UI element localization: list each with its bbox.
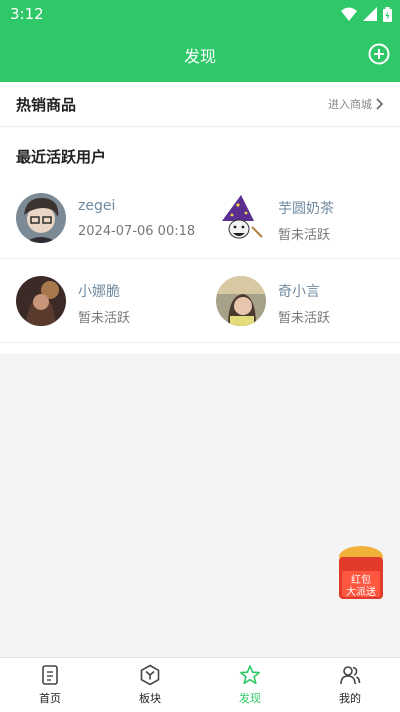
- avatar: [16, 193, 66, 243]
- star-icon: [240, 665, 260, 685]
- user-active-time: 暂未活跃: [78, 311, 131, 326]
- status-icons: [341, 6, 392, 22]
- user-active-time: 2024-07-06 00:18: [78, 224, 196, 239]
- red-packet-line2: 大派送: [346, 585, 376, 598]
- user-name: 奇小言: [278, 284, 320, 300]
- users-icon: [340, 666, 361, 685]
- signal-icon: [363, 7, 377, 21]
- bottom-tab-bar: 首页 板块 发现 我的: [0, 657, 400, 712]
- tab-label: 首页: [39, 692, 61, 705]
- user-active-time: 暂未活跃: [278, 228, 331, 243]
- avatar: [16, 276, 66, 326]
- user-active-time: 暂未活跃: [278, 311, 331, 326]
- battery-icon: [383, 6, 392, 22]
- page-title: 发现: [183, 47, 216, 66]
- user-name: 芋圆奶茶: [278, 201, 334, 217]
- enter-mall-link[interactable]: 进入商城: [328, 96, 384, 112]
- user-item[interactable]: 芋圆奶茶 暂未活跃: [216, 193, 400, 267]
- hot-products-row[interactable]: 热销商品 进入商城: [0, 82, 400, 127]
- tab-home[interactable]: 首页: [0, 658, 100, 712]
- tab-label: 发现: [239, 692, 261, 705]
- red-packet-line1: 红包: [351, 573, 371, 586]
- hot-products-label: 热销商品: [16, 96, 77, 114]
- wifi-icon: [341, 7, 357, 21]
- user-item[interactable]: 奇小言 暂未活跃: [216, 276, 400, 350]
- tab-mine[interactable]: 我的: [300, 658, 400, 712]
- tab-sections[interactable]: 板块: [100, 658, 200, 712]
- avatar: [216, 276, 266, 326]
- enter-mall-label: 进入商城: [328, 98, 372, 111]
- plus-circle-icon[interactable]: [368, 43, 390, 65]
- divider: [0, 258, 400, 259]
- user-name: zegei: [78, 198, 116, 214]
- recent-users-title: 最近活跃用户: [16, 148, 107, 166]
- tab-discover[interactable]: 发现: [200, 658, 300, 712]
- chevron-right-icon: [376, 98, 384, 110]
- avatar: [216, 193, 266, 243]
- user-item[interactable]: zegei 2024-07-06 00:18: [16, 193, 200, 267]
- hexagon-y-icon: [140, 664, 160, 686]
- discover-content: 热销商品 进入商城 最近活跃用户 zegei 2024-07-06 00:18: [0, 82, 400, 354]
- app-bar: 发现: [0, 28, 400, 82]
- document-icon: [42, 665, 58, 685]
- divider: [0, 342, 400, 343]
- status-bar: 3:12: [0, 0, 400, 28]
- red-packet-badge[interactable]: 红包 大派送: [336, 545, 386, 601]
- user-name: 小娜脆: [78, 284, 120, 300]
- user-item[interactable]: 小娜脆 暂未活跃: [16, 276, 200, 350]
- tab-label: 我的: [339, 692, 361, 705]
- tab-label: 板块: [139, 692, 161, 705]
- status-time: 3:12: [10, 5, 44, 23]
